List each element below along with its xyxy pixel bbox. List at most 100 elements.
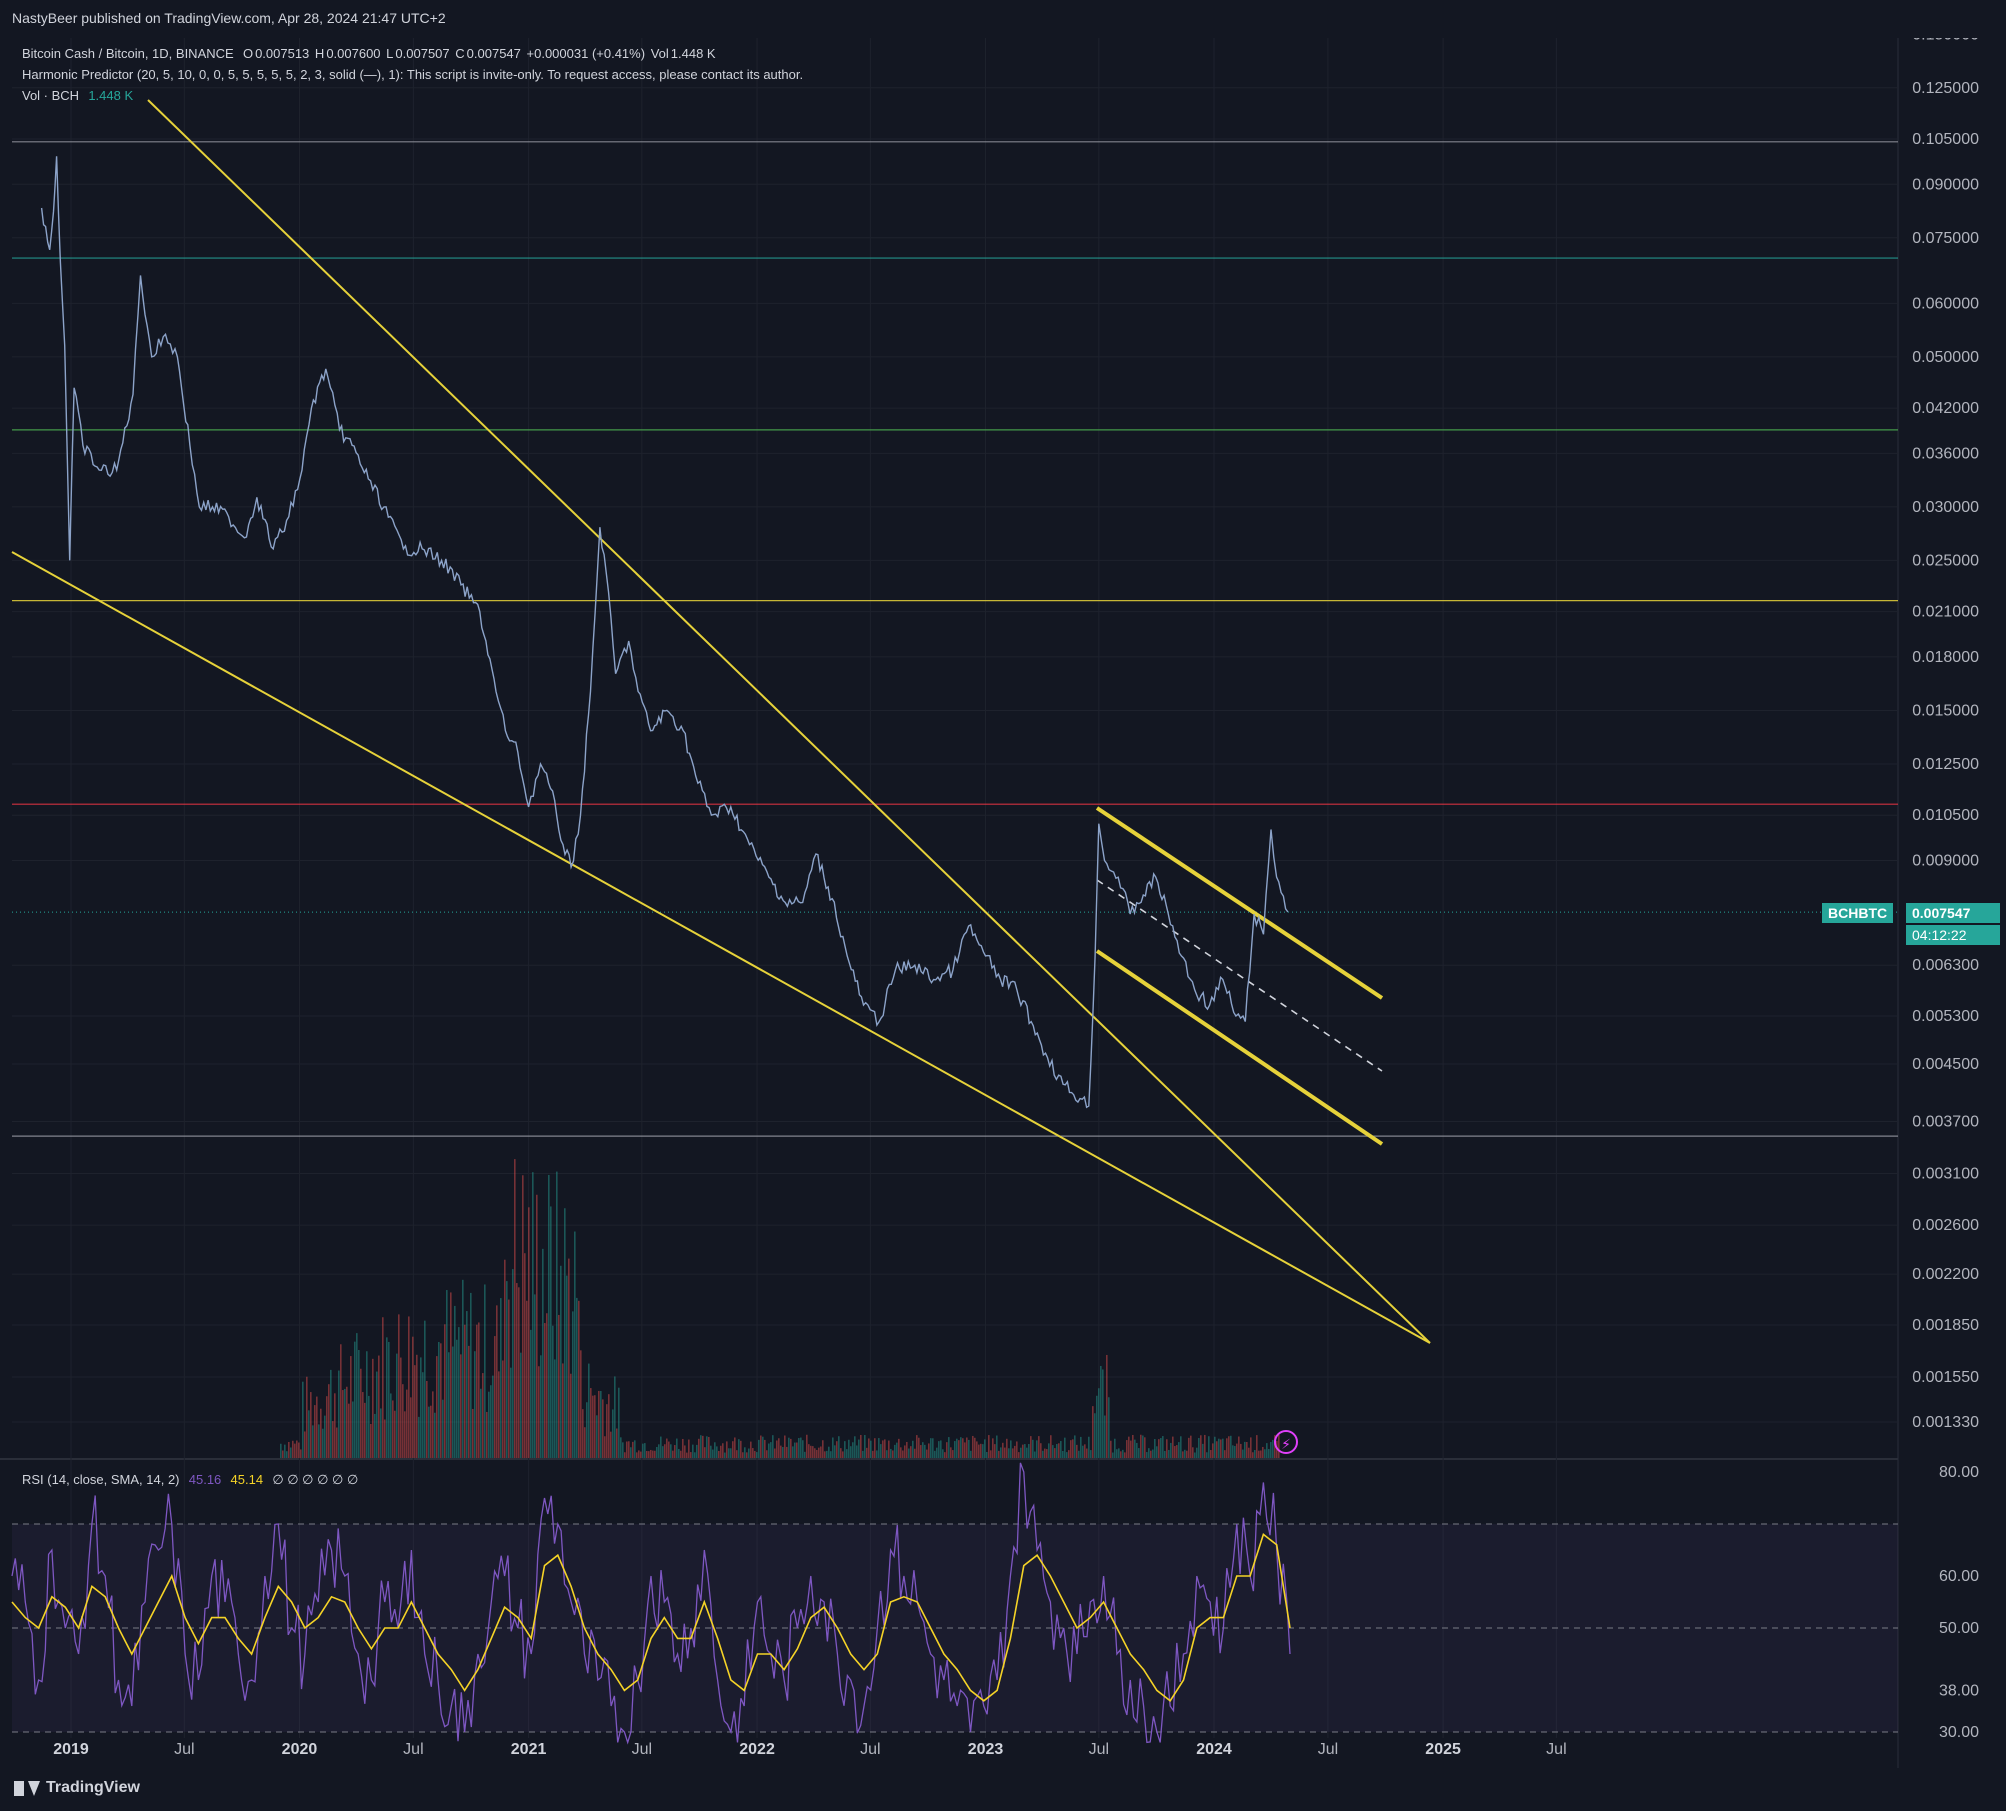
volume-bar — [840, 1448, 842, 1458]
time-tick-label: 2019 — [53, 1741, 89, 1758]
volume-bar — [1168, 1449, 1170, 1458]
volume-bar — [1234, 1446, 1236, 1458]
volume-bar — [528, 1207, 530, 1458]
volume-bar — [1138, 1448, 1140, 1458]
volume-bar — [812, 1446, 814, 1458]
volume-bar — [858, 1439, 860, 1458]
volume-bar — [968, 1439, 970, 1458]
volume-bar — [416, 1354, 418, 1458]
volume-bar — [304, 1431, 306, 1458]
volume-bar — [522, 1175, 524, 1458]
volume-bar — [290, 1447, 292, 1458]
volume-bar — [330, 1369, 332, 1458]
volume-bar — [788, 1437, 790, 1458]
symbol-name[interactable]: Bitcoin Cash / Bitcoin, 1D, BINANCE — [22, 46, 234, 61]
rsi-axis[interactable]: 80.00 60.00 50.00 38.00 30.00 — [1939, 1464, 1979, 1741]
volume-bar — [900, 1447, 902, 1458]
publish-info: NastyBeer published on TradingView.com, … — [12, 10, 446, 26]
volume-bar — [1220, 1439, 1222, 1458]
price-axis[interactable]: 0.1500000.1250000.1050000.0900000.075000… — [1912, 26, 1979, 1431]
volume-bar — [332, 1421, 334, 1458]
volume-bar — [1228, 1436, 1230, 1458]
volume-bar — [1116, 1449, 1118, 1458]
volume-bar — [492, 1375, 494, 1458]
volume-bar — [1176, 1445, 1178, 1458]
rsi-ma-value: 45.14 — [230, 1472, 264, 1487]
volume-bar — [760, 1435, 762, 1458]
volume-bar — [1270, 1441, 1272, 1458]
volume-bar — [762, 1436, 764, 1458]
time-axis[interactable]: 2019 Jul 2020 Jul 2021 Jul 2022 Jul 2023 Jul 2024 J… — [53, 1741, 1566, 1758]
volume-bar — [888, 1440, 890, 1458]
volume-bar — [886, 1450, 888, 1458]
volume-bar — [982, 1444, 984, 1458]
price-tick-label: 0.012500 — [1912, 756, 1979, 773]
volume-bar — [1266, 1443, 1268, 1458]
volume-bar — [518, 1287, 520, 1458]
volume-bar — [548, 1174, 550, 1458]
volume-bar — [992, 1438, 994, 1458]
volume-legend[interactable]: Vol · BCH 1.448 K — [22, 88, 135, 103]
volume-bar — [948, 1437, 950, 1458]
tradingview-logo[interactable]: TradingView — [14, 1779, 140, 1797]
volume-bars — [280, 1159, 1280, 1458]
volume-bar — [1128, 1436, 1130, 1458]
volume-bar — [758, 1439, 760, 1458]
price-tick-label: 0.018000 — [1912, 649, 1979, 666]
volume-bar — [832, 1437, 834, 1458]
footer-bar — [0, 1770, 2006, 1811]
rsi-tick-label: 50.00 — [1939, 1620, 1979, 1637]
volume-bar — [1002, 1442, 1004, 1458]
volume-bar — [814, 1448, 816, 1458]
volume-bar — [712, 1449, 714, 1458]
volume-bar — [894, 1444, 896, 1458]
volume-bar — [298, 1442, 300, 1458]
volume-bar — [1244, 1441, 1246, 1458]
volume-bar — [1248, 1447, 1250, 1458]
volume-bar — [552, 1325, 554, 1458]
volume-bar — [614, 1376, 616, 1458]
volume-bar — [876, 1450, 878, 1458]
volume-bar — [686, 1452, 688, 1458]
price-tick-label: 0.042000 — [1912, 400, 1979, 417]
volume-bar — [772, 1435, 774, 1458]
volume-bar — [478, 1322, 480, 1458]
volume-bar — [1102, 1369, 1104, 1458]
volume-bar — [662, 1446, 664, 1458]
indicator-legend[interactable]: Harmonic Predictor (20, 5, 10, 0, 0, 5, … — [22, 67, 805, 82]
volume-bar — [632, 1441, 634, 1458]
volume-bar — [768, 1443, 770, 1458]
volume-bar — [1130, 1440, 1132, 1458]
price-tick-label: 0.002200 — [1912, 1266, 1979, 1283]
price-tick-label: 0.003100 — [1912, 1165, 1979, 1182]
volume-bar — [442, 1399, 444, 1458]
volume-bar — [942, 1449, 944, 1458]
volume-bar — [748, 1448, 750, 1458]
rsi-legend[interactable]: RSI (14, close, SMA, 14, 2) 45.16 45.14 … — [22, 1472, 360, 1488]
volume-bar — [320, 1408, 322, 1458]
symbol-tag: BCHBTC — [1822, 903, 1894, 923]
volume-bar — [1014, 1445, 1016, 1458]
volume-bar — [970, 1450, 972, 1458]
volume-bar — [882, 1440, 884, 1458]
volume-bar — [508, 1299, 510, 1458]
volume-bar — [550, 1206, 552, 1458]
volume-bar — [1050, 1435, 1052, 1458]
volume-bar — [500, 1298, 502, 1458]
volume-bar — [324, 1415, 326, 1458]
price-tick-label: 0.015000 — [1912, 702, 1979, 719]
price-tick-label: 0.090000 — [1912, 176, 1979, 193]
volume-bar — [486, 1411, 488, 1458]
rsi-pane — [11, 1462, 1898, 1745]
lightning-icon[interactable]: ⚡ — [1274, 1430, 1298, 1454]
volume-bar — [930, 1438, 932, 1458]
volume-bar — [674, 1445, 676, 1458]
volume-bar — [740, 1440, 742, 1458]
chart-canvas[interactable]: 0.1500000.1250000.1050000.0900000.075000… — [0, 0, 2006, 1811]
volume-bar — [680, 1450, 682, 1458]
volume-bar — [950, 1447, 952, 1458]
volume-bar — [730, 1448, 732, 1458]
price-tick-label: 0.050000 — [1912, 349, 1979, 366]
volume-bar — [1020, 1447, 1022, 1458]
volume-bar — [946, 1442, 948, 1458]
